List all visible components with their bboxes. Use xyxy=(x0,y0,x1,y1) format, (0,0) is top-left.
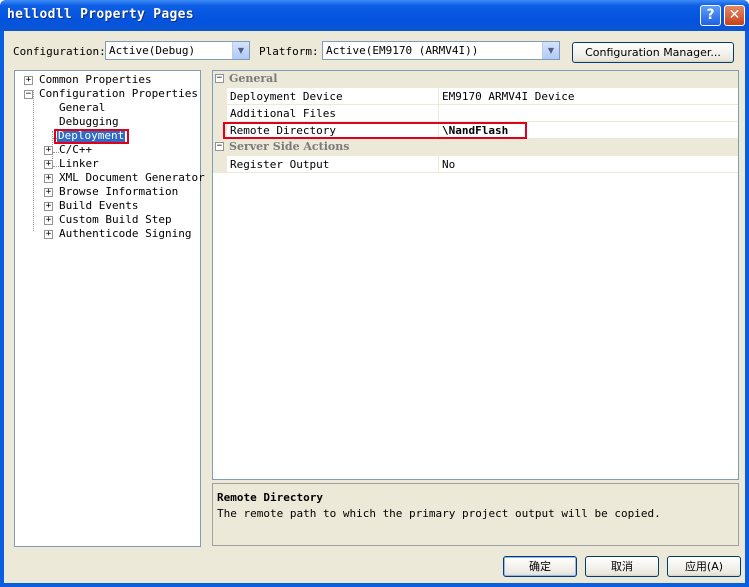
platform-label: Platform: xyxy=(259,45,319,58)
category-label: Server Side Actions xyxy=(229,140,350,153)
highlight-box xyxy=(223,122,527,139)
close-button[interactable]: ✕ xyxy=(724,5,745,26)
title-bar[interactable]: hellodll Property Pages ? ✕ xyxy=(0,0,749,31)
tree-item-label: XML Document Generator xyxy=(59,171,205,184)
property-pages-window: hellodll Property Pages ? ✕ Configuratio… xyxy=(0,0,749,587)
ok-button[interactable]: 确定 xyxy=(503,556,577,577)
apply-button[interactable]: 应用(A) xyxy=(667,556,741,577)
row-gutter xyxy=(213,88,227,105)
tree-item-label: Debugging xyxy=(59,115,119,128)
tree-item-label: Linker xyxy=(59,157,99,170)
tree-item-general[interactable]: General xyxy=(59,101,105,115)
column-divider xyxy=(438,156,439,173)
tree-item-label: Custom Build Step xyxy=(59,213,172,226)
tree-item-debugging[interactable]: Debugging xyxy=(59,115,119,129)
configuration-manager-button[interactable]: Configuration Manager... xyxy=(572,42,734,63)
expand-icon[interactable]: + xyxy=(24,76,33,85)
tree-item-label: C/C++ xyxy=(59,143,93,156)
row-gutter xyxy=(213,105,227,122)
window-title: hellodll Property Pages xyxy=(7,7,194,22)
cancel-button[interactable]: 取消 xyxy=(585,556,659,577)
help-button[interactable]: ? xyxy=(700,5,721,26)
tree-item-label: Common Properties xyxy=(39,73,152,86)
property-row-deployment-device[interactable]: Deployment Device EM9170 ARMV4I Device xyxy=(213,88,738,105)
configuration-select[interactable]: Active(Debug) ▼ xyxy=(105,41,250,60)
property-row-additional-files[interactable]: Additional Files xyxy=(213,105,738,122)
tree-item-label: General xyxy=(59,101,106,114)
description-title: Remote Directory xyxy=(217,491,323,504)
collapse-icon[interactable]: − xyxy=(24,90,33,99)
chevron-down-icon[interactable]: ▼ xyxy=(542,42,559,59)
category-general[interactable]: − General xyxy=(213,71,738,88)
expand-icon[interactable]: + xyxy=(44,230,53,239)
tree-item-label: Build Events xyxy=(59,199,139,212)
property-value[interactable]: EM9170 ARMV4I Device xyxy=(442,90,574,103)
property-row-register-output[interactable]: Register Output No xyxy=(213,156,738,173)
expand-icon[interactable]: + xyxy=(44,202,53,211)
property-value[interactable]: No xyxy=(442,158,455,171)
category-server-side-actions[interactable]: − Server Side Actions xyxy=(213,139,738,156)
property-name: Register Output xyxy=(230,158,330,171)
column-divider xyxy=(438,88,439,105)
tree-line xyxy=(33,90,34,231)
platform-value: Active(EM9170 (ARMV4I)) xyxy=(326,44,479,57)
property-tree: + Common Properties − Configuration Prop… xyxy=(14,70,205,547)
collapse-icon[interactable]: − xyxy=(215,74,224,83)
platform-select[interactable]: Active(EM9170 (ARMV4I)) ▼ xyxy=(322,41,560,60)
tree-item-label: Configuration Properties xyxy=(39,87,198,100)
category-label: General xyxy=(229,72,278,85)
selection-highlight-box xyxy=(54,129,129,144)
expand-icon[interactable]: + xyxy=(44,188,53,197)
chevron-down-icon[interactable]: ▼ xyxy=(232,42,249,59)
configuration-label: Configuration: xyxy=(13,45,106,58)
tree-item-label: Authenticode Signing xyxy=(59,227,192,240)
row-gutter xyxy=(213,156,227,173)
column-divider xyxy=(438,105,439,122)
tree-item-label: Browse Information xyxy=(59,185,179,198)
description-text: The remote path to which the primary pro… xyxy=(217,507,661,520)
collapse-icon[interactable]: − xyxy=(215,142,224,151)
dialog-client: Configuration: Active(Debug) ▼ Platform:… xyxy=(4,31,745,583)
property-name: Deployment Device xyxy=(230,90,343,103)
expand-icon[interactable]: + xyxy=(44,160,53,169)
expand-icon[interactable]: + xyxy=(44,174,53,183)
configuration-value: Active(Debug) xyxy=(109,44,196,57)
property-name: Additional Files xyxy=(230,107,336,120)
description-panel: Remote Directory The remote path to whic… xyxy=(212,483,739,546)
expand-icon[interactable]: + xyxy=(44,216,53,225)
expand-icon[interactable]: + xyxy=(44,146,53,155)
